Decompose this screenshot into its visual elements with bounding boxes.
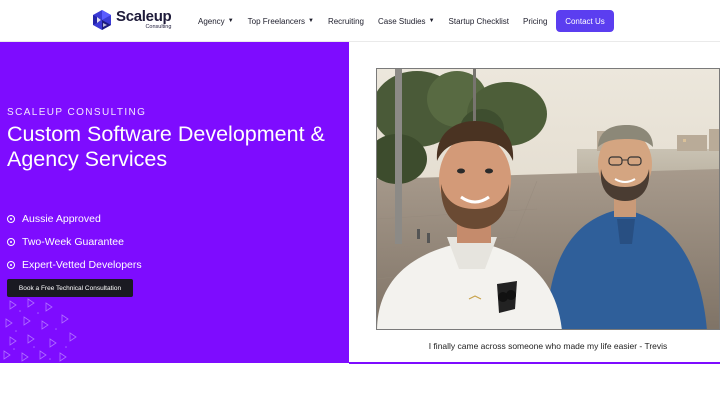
target-bullet-icon [7, 214, 15, 223]
nav-recruiting[interactable]: Recruiting [328, 17, 364, 26]
hero-section: SCALEUP CONSULTING Custom Software Devel… [0, 42, 349, 363]
chevron-down-icon: ▼ [227, 18, 234, 24]
feature-label: Expert-Vetted Developers [22, 258, 142, 271]
decorative-triangle-pattern [3, 298, 77, 362]
selfie-illustration [377, 69, 719, 329]
nav-pricing[interactable]: Pricing [523, 17, 547, 26]
nav-agency-label: Agency [198, 16, 225, 26]
section-divider [349, 362, 720, 364]
brand-subtitle: Consulting [145, 24, 172, 31]
nav-top-freelancers-label: Top Freelancers [247, 16, 305, 26]
nav-top-freelancers[interactable]: Top Freelancers ▼ [248, 17, 314, 26]
chevron-down-icon: ▼ [308, 18, 314, 24]
feature-label: Two-Week Guarantee [22, 235, 124, 248]
chevron-down-icon: ▼ [428, 18, 435, 24]
testimonial-photo [376, 68, 720, 330]
nav-case-studies[interactable]: Case Studies ▼ [378, 17, 435, 26]
main-menu: Agency ▼ Top Freelancers ▼ Recruiting Case… [198, 0, 561, 42]
brand-name: Scaleup [116, 8, 172, 26]
brand-logo[interactable]: Scaleup Consulting [92, 7, 172, 33]
target-bullet-icon [7, 260, 15, 269]
feature-item: Expert-Vetted Developers [7, 253, 142, 276]
logo-mark-icon [93, 10, 111, 30]
feature-item: Two-Week Guarantee [7, 230, 142, 253]
feature-label: Aussie Approved [22, 212, 101, 225]
nav-agency[interactable]: Agency ▼ [198, 17, 234, 26]
hero-eyebrow: SCALEUP CONSULTING [7, 107, 147, 118]
feature-item: Aussie Approved [7, 207, 142, 230]
testimonial-caption: I finally came across someone who made m… [428, 341, 668, 351]
target-bullet-icon [7, 237, 15, 246]
nav-case-studies-label: Case Studies [377, 16, 426, 26]
contact-us-button[interactable]: Contact Us [556, 10, 614, 32]
nav-recruiting-label: Recruiting [327, 16, 364, 26]
hero-headline: Custom Software Development & Agency Ser… [7, 122, 325, 171]
nav-startup-checklist[interactable]: Startup Checklist [449, 17, 509, 26]
top-navbar: Scaleup Consulting Agency ▼ Top Freelance… [0, 0, 720, 42]
nav-pricing-label: Pricing [522, 16, 548, 26]
feature-list: Aussie Approved Two-Week Guarantee Exper… [7, 207, 142, 276]
nav-startup-checklist-label: Startup Checklist [448, 16, 509, 26]
